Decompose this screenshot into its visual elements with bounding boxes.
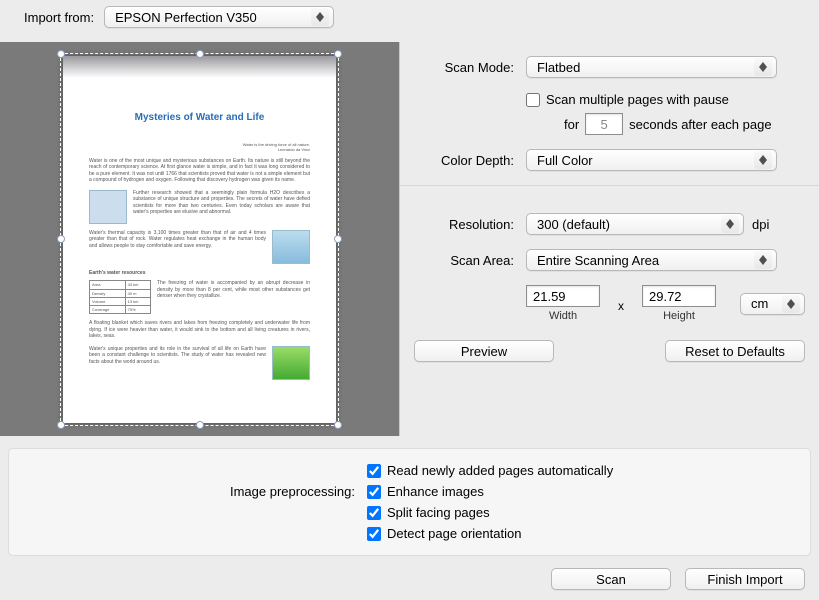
scanned-document-preview: Mysteries of Water and Life Water is the… [63, 56, 336, 423]
width-input[interactable] [526, 285, 600, 307]
for-label: for [564, 117, 579, 132]
dpi-label: dpi [752, 217, 769, 232]
resize-handle-br[interactable] [334, 421, 342, 429]
doc-title: Mysteries of Water and Life [89, 111, 310, 124]
multipage-label: Scan multiple pages with pause [546, 92, 729, 107]
preview-pane[interactable]: Mysteries of Water and Life Water is the… [0, 42, 399, 436]
resolution-value: 300 (default) [537, 217, 610, 232]
updown-arrows-icon [754, 251, 772, 269]
scan-area-value: Entire Scanning Area [537, 253, 659, 268]
resolution-select[interactable]: 300 (default) [526, 213, 744, 235]
unit-select[interactable]: cm [740, 293, 805, 315]
finish-import-button[interactable]: Finish Import [685, 568, 805, 590]
color-depth-value: Full Color [537, 153, 593, 168]
unit-value: cm [751, 296, 768, 311]
detect-orientation-checkbox[interactable] [367, 527, 381, 541]
color-depth-select[interactable]: Full Color [526, 149, 777, 171]
reset-defaults-button[interactable]: Reset to Defaults [665, 340, 805, 362]
import-from-label: Import from: [24, 10, 94, 25]
image-preprocessing-label: Image preprocessing: [23, 484, 355, 499]
pause-seconds-input[interactable] [585, 113, 623, 135]
resize-handle-bm[interactable] [196, 421, 204, 429]
x-separator: x [608, 295, 634, 313]
color-depth-label: Color Depth: [414, 153, 514, 168]
scan-mode-label: Scan Mode: [414, 60, 514, 75]
width-caption: Width [549, 310, 577, 322]
detect-orientation-label: Detect page orientation [387, 526, 521, 541]
resize-handle-tl[interactable] [57, 50, 65, 58]
scan-area-label: Scan Area: [414, 253, 514, 268]
resize-handle-bl[interactable] [57, 421, 65, 429]
read-newly-checkbox[interactable] [367, 464, 381, 478]
resize-handle-ml[interactable] [57, 235, 65, 243]
updown-arrows-icon [311, 8, 329, 26]
enhance-images-checkbox[interactable] [367, 485, 381, 499]
split-pages-label: Split facing pages [387, 505, 490, 520]
updown-arrows-icon [782, 295, 800, 313]
resize-handle-tr[interactable] [334, 50, 342, 58]
resize-handle-mr[interactable] [334, 235, 342, 243]
split-pages-checkbox[interactable] [367, 506, 381, 520]
scanner-select-value: EPSON Perfection V350 [115, 10, 257, 25]
updown-arrows-icon [721, 215, 739, 233]
resolution-label: Resolution: [414, 217, 514, 232]
enhance-images-label: Enhance images [387, 484, 484, 499]
seconds-after-label: seconds after each page [629, 117, 771, 132]
multipage-checkbox[interactable] [526, 93, 540, 107]
scan-mode-select[interactable]: Flatbed [526, 56, 777, 78]
scanner-select[interactable]: EPSON Perfection V350 [104, 6, 334, 28]
read-newly-label: Read newly added pages automatically [387, 463, 613, 478]
updown-arrows-icon [754, 58, 772, 76]
height-caption: Height [663, 310, 695, 322]
height-input[interactable] [642, 285, 716, 307]
updown-arrows-icon [754, 151, 772, 169]
preview-button[interactable]: Preview [414, 340, 554, 362]
resize-handle-tm[interactable] [196, 50, 204, 58]
scan-button[interactable]: Scan [551, 568, 671, 590]
scan-area-select[interactable]: Entire Scanning Area [526, 249, 777, 271]
scan-mode-value: Flatbed [537, 60, 580, 75]
